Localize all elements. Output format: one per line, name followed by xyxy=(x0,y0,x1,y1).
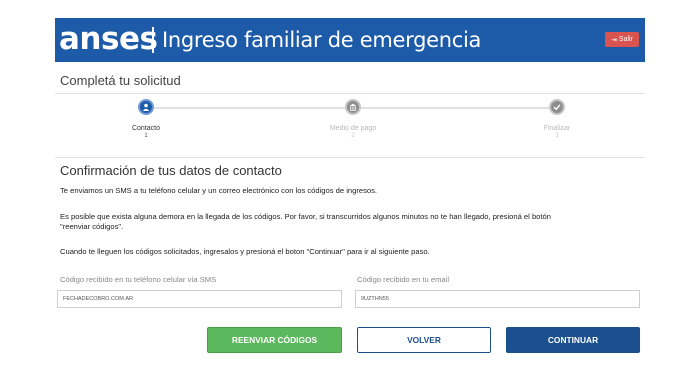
step-label: Contacto xyxy=(131,125,161,132)
resend-codes-button[interactable]: REENVIAR CÓDIGOS xyxy=(207,327,342,353)
divider xyxy=(55,93,645,94)
app-header: anses Ingreso familiar de emergencia ⇥ S… xyxy=(55,18,645,62)
info-paragraph-delay: Es posible que exista alguna demora en l… xyxy=(60,212,645,232)
check-icon xyxy=(549,99,565,115)
step-finalizar: Finalizar 3 xyxy=(497,99,617,140)
header-divider xyxy=(152,27,154,53)
user-icon xyxy=(138,99,154,115)
exit-button[interactable]: ⇥ Salir xyxy=(605,32,639,47)
step-contacto: Contacto 1 xyxy=(86,99,206,140)
step-number: 3 xyxy=(555,133,559,139)
exit-icon: ⇥ xyxy=(611,36,617,44)
step-number: 1 xyxy=(144,133,148,139)
step-number: 2 xyxy=(351,133,355,139)
info-paragraph-delay-line2: "reenviar códigos". xyxy=(60,222,124,231)
app-title: Ingreso familiar de emergencia xyxy=(162,28,482,52)
page-title: Completá tu solicitud xyxy=(60,73,181,88)
email-code-input[interactable]: 9UZTHN55 xyxy=(355,290,640,308)
exit-label: Salir xyxy=(618,36,633,43)
step-medio-de-pago: Medio de pago 2 xyxy=(293,99,413,140)
sms-code-input[interactable]: FECHADECOBRO.COM.AR xyxy=(57,290,342,308)
info-paragraph-sms: Te enviamos un SMS a tu teléfono celular… xyxy=(60,186,378,195)
sms-code-label: Código recibido en tu teléfono celular v… xyxy=(60,275,217,284)
divider xyxy=(55,157,645,158)
info-paragraph-delay-line1: Es posible que exista alguna demora en l… xyxy=(60,212,551,221)
anses-logo: anses xyxy=(59,21,158,57)
email-code-label: Código recibido en tu email xyxy=(357,275,450,284)
step-label: Medio de pago xyxy=(329,125,377,132)
continue-button[interactable]: CONTINUAR xyxy=(506,327,640,353)
bank-icon xyxy=(345,99,361,115)
back-button[interactable]: VOLVER xyxy=(357,327,491,353)
section-title: Confirmación de tus datos de contacto xyxy=(60,163,282,178)
info-paragraph-continue: Cuando te lleguen los códigos solicitado… xyxy=(60,247,430,256)
step-label: Finalizar xyxy=(543,125,571,132)
